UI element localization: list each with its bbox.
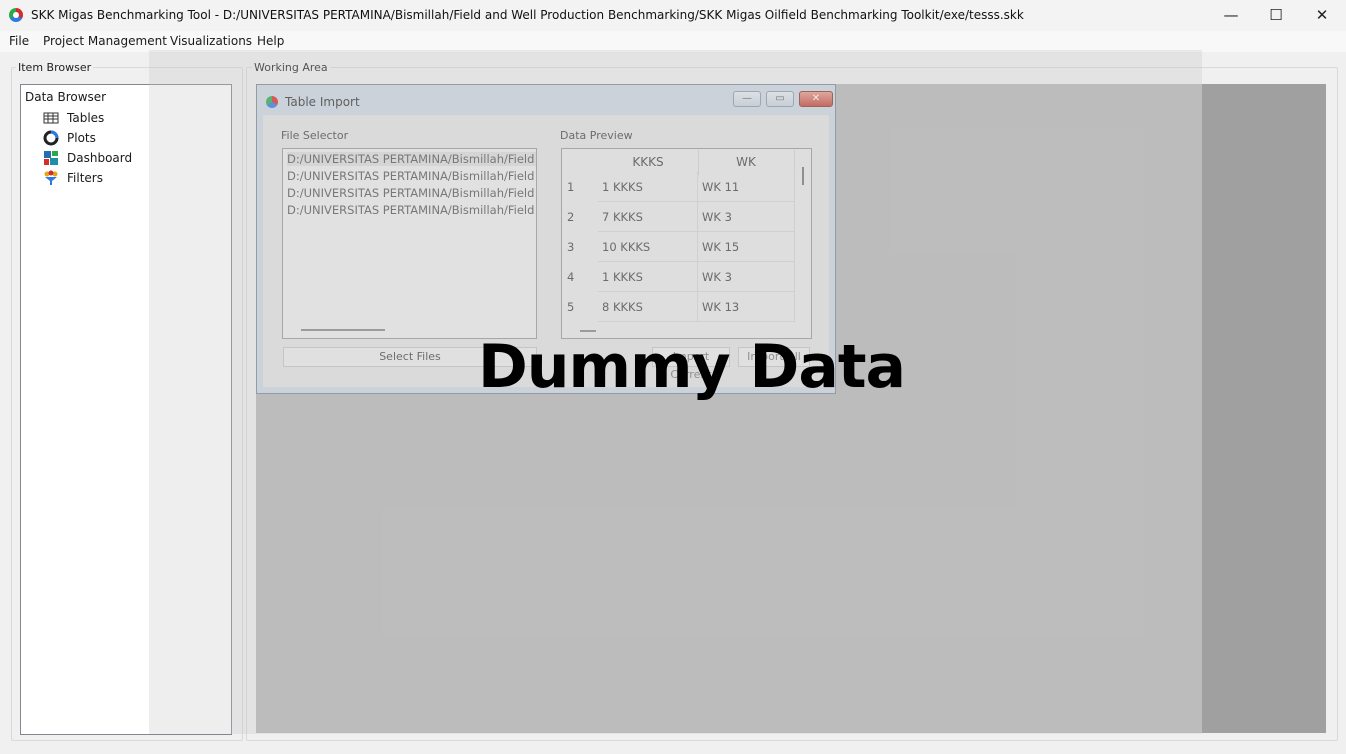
title-bar: SKK Migas Benchmarking Tool - D:/UNIVERS… <box>0 0 1346 31</box>
filter-icon <box>44 170 58 185</box>
table-icon <box>43 112 59 124</box>
plot-icon <box>43 130 59 146</box>
menu-project-management[interactable]: Project Management <box>43 34 167 48</box>
menu-bar: File Project Management Visualizations H… <box>0 31 1346 52</box>
window-title: SKK Migas Benchmarking Tool - D:/UNIVERS… <box>31 8 1024 22</box>
tree-root-data-browser[interactable]: Data Browser <box>25 90 106 104</box>
tree-label-tables: Tables <box>67 111 105 125</box>
menu-file[interactable]: File <box>9 34 29 48</box>
maximize-button[interactable]: ☐ <box>1253 0 1299 31</box>
item-browser-label: Item Browser <box>16 61 94 74</box>
window-bottom-edge <box>0 744 1346 754</box>
tree-label-dashboard: Dashboard <box>67 151 133 165</box>
menu-help[interactable]: Help <box>257 34 284 48</box>
menu-visualizations[interactable]: Visualizations <box>170 34 252 48</box>
dummy-data-watermark: Dummy Data <box>478 332 906 402</box>
app-logo-icon <box>9 8 23 22</box>
tree-label-plots: Plots <box>67 131 96 145</box>
minimize-button[interactable]: — <box>1208 0 1254 31</box>
working-area-side-shade <box>1202 84 1326 733</box>
dashboard-icon <box>44 151 58 165</box>
close-button[interactable]: ✕ <box>1299 0 1345 31</box>
tree-label-filters: Filters <box>67 171 103 185</box>
